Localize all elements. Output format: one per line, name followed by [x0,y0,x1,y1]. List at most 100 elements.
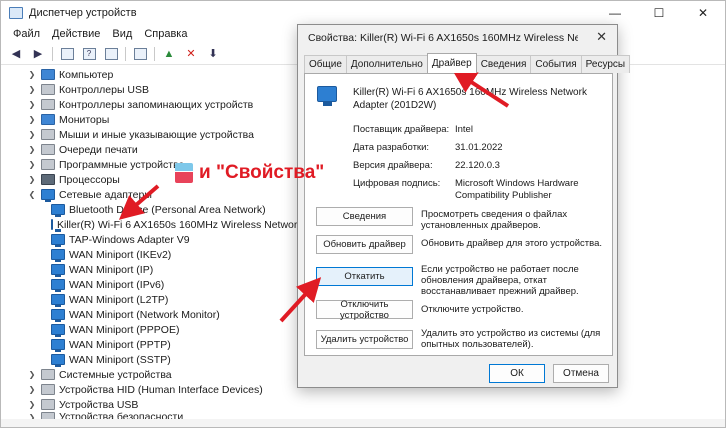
expand-arrow-icon[interactable]: ❯ [27,385,37,394]
network-adapter-icon [51,279,65,292]
roll-back-driver-button[interactable]: Откатить [316,267,413,286]
collapse-arrow-icon[interactable]: ❮ [27,190,37,199]
tab-resources[interactable]: Ресурсы [580,55,631,73]
computer-icon [41,69,55,80]
tree-item[interactable]: WAN Miniport (IKEv2) [51,247,171,262]
tree-item[interactable]: ❯ Процессоры [27,172,120,187]
network-adapter-icon [51,309,65,322]
tree-item-selected[interactable]: Killer(R) Wi-Fi 6 AX1650s 160MHz Wireles… [51,217,299,232]
tree-item-label: TAP-Windows Adapter V9 [69,233,190,246]
horizontal-scrollbar[interactable] [1,419,725,427]
tree-item[interactable]: ❯ Системные устройства [27,367,172,382]
tree-item[interactable]: WAN Miniport (L2TP) [51,292,168,307]
tree-item-label: Программные устройства [59,158,185,171]
tree-item[interactable]: WAN Miniport (Network Monitor) [51,307,220,322]
back-icon[interactable]: ◀ [7,46,25,62]
tab-general[interactable]: Общие [304,55,347,73]
update-driver-button[interactable]: Обновить драйвер [316,235,413,254]
driver-details-button[interactable]: Сведения [316,207,413,226]
expand-arrow-icon[interactable]: ❯ [27,115,37,124]
tree-item[interactable]: ❯ Устройства USB [27,397,139,412]
forward-icon[interactable]: ▶ [29,46,47,62]
expand-arrow-icon[interactable]: ❯ [27,145,37,154]
tab-driver[interactable]: Драйвер [426,53,477,73]
network-adapter-icon [51,354,65,367]
tree-item[interactable]: ❯ Устройства HID (Human Interface Device… [27,382,263,397]
tree-item[interactable]: ❮ Сетевые адаптеры [27,187,152,202]
tree-item-label: WAN Miniport (IP) [69,263,154,276]
tree-item-label: WAN Miniport (IKEv2) [69,248,172,261]
tree-item-label: Устройства USB [59,398,139,411]
roll-back-driver-desc: Если устройство не работает после обновл… [421,264,579,297]
tree-item[interactable]: WAN Miniport (IP) [51,262,153,277]
scan-icon[interactable] [102,46,120,62]
cancel-button[interactable]: Отмена [553,364,609,383]
tree-item[interactable]: WAN Miniport (PPTP) [51,337,171,352]
tree-item-label: WAN Miniport (L2TP) [69,293,169,306]
tree-item[interactable]: ❯ Мыши и иные указывающие устройства [27,127,254,142]
processor-icon [41,174,55,185]
update-icon[interactable]: ⬇ [204,46,222,62]
usb-icon [41,399,55,410]
expand-arrow-icon[interactable]: ❯ [27,175,37,184]
network-adapter-icon [51,339,65,352]
driver-version-label: Версия драйвера: [353,160,433,171]
window-controls: — ☐ ✕ [593,1,725,25]
network-adapter-icon [317,86,337,106]
tree-item[interactable]: Bluetooth Device (Personal Area Network) [51,202,266,217]
help-icon[interactable]: ? [80,46,98,62]
expand-arrow-icon[interactable]: ❯ [27,160,37,169]
printer-icon [41,144,55,155]
tree-item[interactable]: WAN Miniport (IPv6) [51,277,164,292]
tree-item-label: Устройства HID (Human Interface Devices) [59,383,263,396]
system-icon [41,369,55,380]
tree-item[interactable]: ❯ Программные устройства [27,157,185,172]
tree-item-label: WAN Miniport (Network Monitor) [69,308,220,321]
software-device-icon [41,159,55,170]
expand-arrow-icon[interactable]: ❯ [27,400,37,409]
tree-item[interactable]: WAN Miniport (SSTP) [51,352,171,367]
tree-item[interactable]: ❯ Мониторы [27,112,110,127]
tree-item[interactable]: ❯ Контроллеры USB [27,82,149,97]
maximize-button[interactable]: ☐ [637,1,681,25]
tab-details[interactable]: Сведения [475,55,532,73]
tree-item-label: WAN Miniport (PPTP) [69,338,171,351]
tree-item-label: Компьютер [59,68,114,81]
disable-device-button[interactable]: Отключить устройство [316,299,413,321]
hid-icon [41,384,55,395]
tree-item[interactable]: WAN Miniport (PPPOE) [51,322,179,337]
ok-button[interactable]: ОК [489,364,545,383]
tree-item-label: WAN Miniport (SSTP) [69,353,171,366]
tree-item-label: Сетевые адаптеры [59,188,152,201]
annotation-callout: и "Свойства" [175,162,324,184]
menu-help[interactable]: Справка [138,28,193,40]
tree-item[interactable]: ❯ Очереди печати [27,142,138,157]
network-adapter-icon [51,324,65,337]
usb-controller-icon [41,84,55,95]
add-driver-icon[interactable]: ▲ [160,46,178,62]
expand-arrow-icon[interactable]: ❯ [27,130,37,139]
menu-view[interactable]: Вид [106,28,138,40]
expand-arrow-icon[interactable]: ❯ [27,100,37,109]
storage-icon [41,99,55,110]
dialog-close-button[interactable]: ✕ [596,29,607,45]
remove-icon[interactable]: ✕ [182,46,200,62]
tree-item[interactable]: ❯ Контроллеры запоминающих устройств [27,97,254,112]
expand-arrow-icon[interactable]: ❯ [27,70,37,79]
expand-arrow-icon[interactable]: ❯ [27,370,37,379]
expand-arrow-icon[interactable]: ❯ [27,85,37,94]
tree-item[interactable]: ❯ Компьютер [27,67,114,82]
properties-dialog: Свойства: Killer(R) Wi-Fi 6 AX1650s 160M… [297,24,631,388]
properties-icon[interactable] [58,46,76,62]
menu-action[interactable]: Действие [46,28,106,40]
driver-date-label: Дата разработки: [353,142,430,153]
uninstall-device-button[interactable]: Удалить устройство [316,330,413,349]
tab-events[interactable]: События [530,55,582,73]
tab-advanced[interactable]: Дополнительно [345,55,428,73]
monitor-icon[interactable] [131,46,149,62]
minimize-button[interactable]: — [593,1,637,25]
network-adapter-icon [51,219,61,232]
menu-file[interactable]: Файл [7,28,46,40]
tree-item[interactable]: TAP-Windows Adapter V9 [51,232,190,247]
close-button[interactable]: ✕ [681,1,725,25]
